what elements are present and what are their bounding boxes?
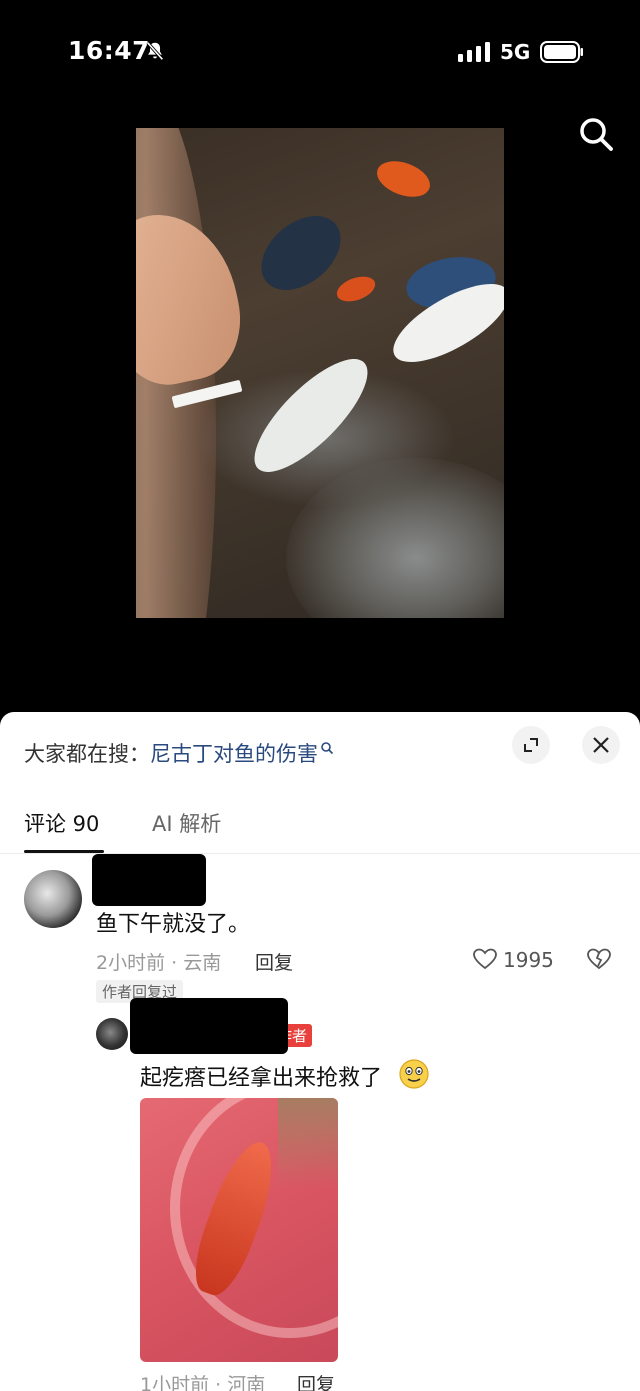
tab-comments[interactable]: 评论 90 [24, 808, 99, 838]
reply-text: 起疙瘩已经拿出来抢救了 [140, 1066, 383, 1091]
reply-button[interactable]: 回复 [297, 1370, 335, 1391]
tab-ai-analysis[interactable]: AI 解析 [152, 808, 221, 838]
signal-icon [458, 42, 490, 62]
hand [136, 201, 253, 395]
search-icon[interactable] [576, 114, 616, 154]
fish-orange [372, 154, 435, 204]
trending-search[interactable]: 大家都在搜：尼古丁对鱼的伤害 [24, 738, 334, 768]
expand-button[interactable] [512, 726, 550, 764]
reply-button[interactable]: 回复 [255, 948, 293, 975]
active-tab-indicator [24, 850, 104, 853]
comment-text: 鱼下午就没了。 [96, 912, 251, 937]
comment-sheet: 大家都在搜：尼古丁对鱼的伤害 评论 90 AI 解析 鱼下午就没了。 2小时前 … [0, 712, 640, 1391]
status-bar: 16:47 5G [0, 0, 640, 100]
search-icon [321, 742, 334, 755]
redacted-username [130, 998, 288, 1054]
heart-icon[interactable] [472, 946, 498, 972]
video-player[interactable] [136, 128, 504, 618]
status-time: 16:47 [68, 36, 151, 65]
battery-icon [540, 41, 583, 63]
expand-icon [524, 738, 538, 752]
close-icon [593, 737, 609, 753]
fish-orange [333, 271, 379, 307]
close-button[interactable] [582, 726, 620, 764]
reply-photo[interactable] [140, 1098, 338, 1362]
comment-meta: 2小时前 · 云南 [96, 952, 222, 974]
avatar[interactable] [24, 870, 82, 928]
reply-meta: 1小时前 · 河南 [140, 1374, 266, 1391]
comment-tabs: 评论 90 AI 解析 [0, 804, 640, 854]
broken-heart-icon[interactable] [586, 946, 612, 972]
trending-prefix: 大家都在搜： [24, 742, 150, 766]
network-type: 5G [500, 40, 531, 64]
redacted-username [92, 854, 206, 906]
smiling-face-icon [399, 1059, 429, 1089]
bell-muted-icon [146, 41, 164, 61]
like-count: 1995 [503, 948, 554, 972]
avatar[interactable] [96, 1018, 128, 1050]
trending-keyword[interactable]: 尼古丁对鱼的伤害 [150, 742, 318, 766]
